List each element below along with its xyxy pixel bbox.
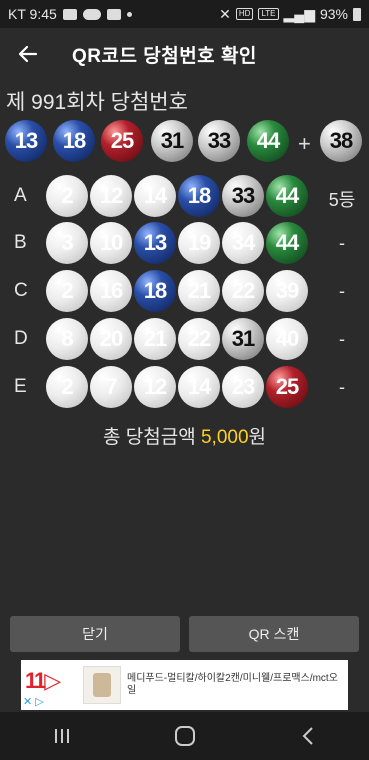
- mute-icon: ✕: [219, 5, 231, 22]
- game-ball: 7: [90, 366, 132, 408]
- game-ball: 18: [178, 175, 220, 217]
- game-ball: 22: [222, 270, 264, 312]
- recent-apps-button[interactable]: [42, 716, 82, 756]
- game-label: E: [14, 376, 27, 397]
- ad-product-image: [83, 666, 121, 704]
- more-notifications-icon: [126, 11, 132, 17]
- winning-ball: 18: [53, 120, 95, 162]
- home-button[interactable]: [165, 716, 205, 756]
- game-result: -: [339, 281, 345, 301]
- game-ball: 21: [134, 318, 176, 360]
- ad-logo: 11▷: [25, 668, 61, 693]
- game-ball: 31: [222, 318, 264, 360]
- game-ball: 2: [46, 175, 88, 217]
- battery-level: 93%: [319, 6, 348, 22]
- game-label: B: [14, 232, 27, 253]
- lte-icon: LTE: [258, 8, 279, 20]
- game-ball: 40: [266, 318, 308, 360]
- game-ball: 3: [46, 222, 88, 264]
- game-label: C: [14, 280, 28, 301]
- round-title: 제 991회차 당첨번호: [6, 91, 188, 114]
- game-ball: 20: [90, 318, 132, 360]
- ad-brand: 11: [25, 668, 46, 693]
- winning-ball: 33: [198, 120, 240, 162]
- recents-icon: [54, 729, 69, 743]
- total-amount: 5,000: [200, 427, 249, 448]
- signal-icon: ▂▄▆: [283, 5, 315, 22]
- talk-icon: [82, 8, 101, 20]
- winning-ball: 31: [151, 120, 193, 162]
- chevron-left-icon: [302, 727, 313, 745]
- winning-ball: 25: [101, 120, 143, 162]
- gallery-icon: [62, 8, 77, 20]
- total-prize: 총 당첨금액 5,000원: [0, 422, 369, 449]
- qr-scan-button[interactable]: QR 스캔: [189, 616, 359, 652]
- winning-ball: 44: [247, 120, 289, 162]
- game-ball: 21: [178, 270, 220, 312]
- game-ball: 12: [134, 366, 176, 408]
- ad-banner[interactable]: 11▷ 메디푸드-멀티칼/하이칼2캔/미니웰/프로맥스/mct오일 ✕ ▷: [21, 660, 348, 710]
- game-ball: 8: [46, 318, 88, 360]
- game-result: -: [339, 377, 345, 397]
- hd-icon: HD: [235, 8, 254, 20]
- game-label: A: [14, 185, 27, 206]
- game-ball: 39: [266, 270, 308, 312]
- game-ball: 34: [222, 222, 264, 264]
- game-ball: 25: [266, 366, 308, 408]
- game-ball: 19: [178, 222, 220, 264]
- game-ball: 18: [134, 270, 176, 312]
- navigation-bar: [0, 712, 369, 760]
- battery-icon: [353, 7, 361, 21]
- home-icon: [174, 726, 195, 746]
- game-ball: 13: [134, 222, 176, 264]
- ad-text: 메디푸드-멀티칼/하이칼2캔/미니웰/프로맥스/mct오일: [127, 673, 338, 696]
- status-bar: KT 9:45 ✕ HD LTE ▂▄▆ 93%: [0, 0, 369, 28]
- game-ball: 14: [178, 366, 220, 408]
- back-button[interactable]: [0, 28, 56, 80]
- ad-choices-icon[interactable]: ✕ ▷: [23, 695, 44, 708]
- bonus-ball: 38: [320, 120, 362, 162]
- game-ball: 23: [222, 366, 264, 408]
- total-suffix: 원: [248, 427, 266, 448]
- game-ball: 16: [90, 270, 132, 312]
- game-ball: 22: [178, 318, 220, 360]
- game-result: 5등: [328, 190, 356, 210]
- game-ball: 12: [90, 175, 132, 217]
- game-ball: 14: [134, 175, 176, 217]
- status-time: KT 9:45: [8, 6, 57, 22]
- game-ball: 44: [266, 175, 308, 217]
- game-ball: 33: [222, 175, 264, 217]
- game-label: D: [14, 328, 28, 349]
- close-button[interactable]: 닫기: [10, 616, 180, 652]
- winning-ball: 13: [5, 120, 47, 162]
- game-result: -: [339, 233, 345, 253]
- total-prefix: 총 당첨금액: [103, 427, 201, 448]
- app-bar: QR코드 당첨번호 확인: [0, 28, 369, 80]
- arrow-back-icon: [18, 45, 38, 63]
- game-ball: 2: [46, 270, 88, 312]
- system-back-button[interactable]: [288, 716, 328, 756]
- youtube-icon: [106, 8, 121, 20]
- game-ball: 10: [90, 222, 132, 264]
- game-result: -: [339, 329, 345, 349]
- game-ball: 2: [46, 366, 88, 408]
- page-title: QR코드 당첨번호 확인: [72, 45, 257, 67]
- game-ball: 44: [266, 222, 308, 264]
- bonus-plus: +: [298, 131, 311, 156]
